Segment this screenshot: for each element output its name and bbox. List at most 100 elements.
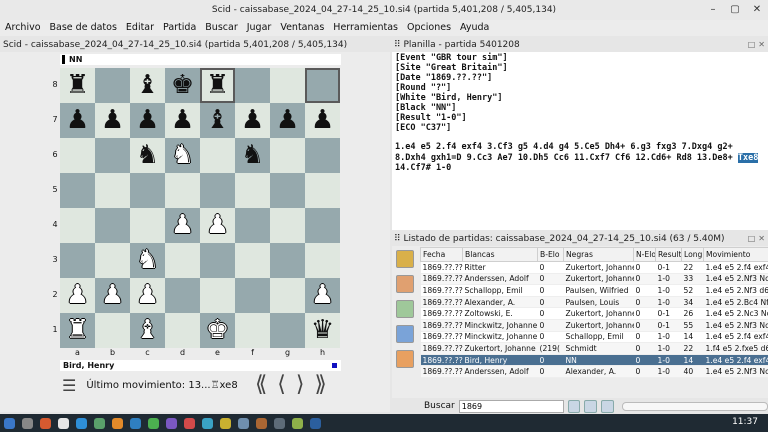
panel-close-icon[interactable]: ✕	[758, 231, 765, 247]
square-h8[interactable]	[305, 68, 340, 103]
square-h5[interactable]	[305, 173, 340, 208]
app-icon[interactable]	[58, 417, 69, 429]
table-row[interactable]: 1869.??.?? Ritter 0 Zukertort, Johanne 0 0-1 2…	[420, 261, 768, 274]
square-h7[interactable]: ♟	[305, 103, 340, 138]
square-a2[interactable]: ♟	[60, 278, 95, 313]
table-row[interactable]: 1869.??.?? Schallopp, Emil 0 Paulsen, Wilfr…	[420, 284, 768, 297]
white-knight-icon[interactable]: ♞	[136, 243, 159, 278]
square-d1[interactable]	[165, 313, 200, 348]
white-bishop-icon[interactable]: ♝	[136, 313, 159, 348]
black-pawn-icon[interactable]: ♟	[171, 103, 194, 138]
menu-buscar[interactable]: Buscar	[205, 20, 237, 36]
square-e7[interactable]: ♝	[200, 103, 235, 138]
black-bishop-icon[interactable]: ♝	[136, 68, 159, 103]
square-e1[interactable]: ♚	[200, 313, 235, 348]
black-pawn-icon[interactable]: ♟	[276, 103, 299, 138]
square-g7[interactable]: ♟	[270, 103, 305, 138]
prev-move-icon[interactable]: ⟨	[277, 372, 286, 397]
horizontal-scrollbar[interactable]	[621, 401, 768, 411]
square-b7[interactable]: ♟	[95, 103, 130, 138]
menu-archivo[interactable]: Archivo	[5, 20, 41, 36]
column-header[interactable]: Result	[655, 247, 682, 262]
search-input[interactable]	[458, 399, 564, 413]
square-h1[interactable]: ♛	[305, 313, 340, 348]
app-icon[interactable]	[310, 417, 321, 429]
black-pawn-icon[interactable]: ♟	[101, 103, 124, 138]
square-b3[interactable]	[95, 243, 130, 278]
square-c4[interactable]	[130, 208, 165, 243]
column-header[interactable]: Fecha	[420, 247, 463, 262]
column-header[interactable]: N-Elo	[633, 247, 656, 262]
table-row[interactable]: 1869.??.?? Anderssen, Adolf 0 Alexander, A.…	[420, 365, 768, 378]
refresh-icon[interactable]	[584, 399, 598, 413]
square-g3[interactable]	[270, 243, 305, 278]
column-header[interactable]: B-Elo	[537, 247, 564, 262]
square-d3[interactable]	[165, 243, 200, 278]
square-e6[interactable]	[200, 138, 235, 173]
menu-icon[interactable]: ☰	[62, 376, 76, 395]
table-row[interactable]: 1869.??.?? Minckwitz, Johanne 0 Zukertort, …	[420, 319, 768, 332]
pgn-moves-before[interactable]: 1.e4 e5 2.f4 exf4 3.Cf3 g5 4.d4 g4 5.Ce5…	[395, 142, 738, 163]
chess-board[interactable]: ♜ ♝ ♚ ♜ ♟ ♟ ♟ ♟ ♝ ♟ ♟ ♟ ♞ ♞ ♞ ♟ ♟ ♞ ♟ ♟ ♟ ♟ ♜ ♝ ♚ ♛	[60, 68, 340, 348]
square-d5[interactable]	[165, 173, 200, 208]
menu-ventanas[interactable]: Ventanas	[280, 20, 324, 36]
panel-close-icon[interactable]: ✕	[758, 37, 765, 53]
square-g6[interactable]	[270, 138, 305, 173]
maximize-icon[interactable]: ▢	[728, 3, 742, 17]
menu-opciones[interactable]: Opciones	[407, 20, 451, 36]
square-e8[interactable]: ♜	[200, 68, 235, 103]
square-d7[interactable]: ♟	[165, 103, 200, 138]
menu-jugar[interactable]: Jugar	[247, 20, 272, 36]
white-pawn-icon[interactable]: ♟	[66, 278, 89, 313]
pgn-moves-after[interactable]: 14.Cf7# 1-0	[395, 163, 451, 173]
square-c6[interactable]: ♞	[130, 138, 165, 173]
square-h2[interactable]: ♟	[305, 278, 340, 313]
square-h6[interactable]	[305, 138, 340, 173]
black-pawn-icon[interactable]: ♟	[311, 103, 334, 138]
square-c3[interactable]: ♞	[130, 243, 165, 278]
start-menu-icon[interactable]	[4, 417, 15, 429]
square-a7[interactable]: ♟	[60, 103, 95, 138]
square-e4[interactable]: ♟	[200, 208, 235, 243]
app-icon[interactable]	[148, 417, 159, 429]
stats-icon[interactable]	[396, 325, 414, 343]
panel-grip-icon[interactable]: ⠿	[394, 234, 401, 244]
app-icon[interactable]	[94, 417, 105, 429]
square-b5[interactable]	[95, 173, 130, 208]
black-knight-icon[interactable]: ♞	[241, 138, 264, 173]
first-move-icon[interactable]: ⟪	[255, 372, 267, 397]
search-icon[interactable]	[567, 399, 581, 413]
search-board-icon[interactable]	[396, 275, 414, 293]
column-header[interactable]: Negras	[563, 247, 634, 262]
square-g4[interactable]	[270, 208, 305, 243]
square-g2[interactable]	[270, 278, 305, 313]
square-f2[interactable]	[235, 278, 270, 313]
square-g1[interactable]	[270, 313, 305, 348]
white-pawn-icon[interactable]: ♟	[171, 208, 194, 243]
app-icon[interactable]	[220, 417, 231, 429]
square-a1[interactable]: ♜	[60, 313, 95, 348]
black-queen-icon[interactable]: ♛	[311, 313, 334, 348]
white-king-icon[interactable]: ♚	[206, 313, 229, 348]
square-f3[interactable]	[235, 243, 270, 278]
square-f5[interactable]	[235, 173, 270, 208]
square-b2[interactable]: ♟	[95, 278, 130, 313]
table-row[interactable]: 1869.??.?? Minckwitz, Johanne 0 Schallopp, …	[420, 331, 768, 344]
square-g5[interactable]	[270, 173, 305, 208]
square-b1[interactable]	[95, 313, 130, 348]
app-icon[interactable]	[238, 417, 249, 429]
black-rook-icon[interactable]: ♜	[206, 68, 229, 103]
panel-grip-icon[interactable]: ⠿	[394, 40, 401, 50]
square-c2[interactable]: ♟	[130, 278, 165, 313]
database-icon[interactable]	[396, 250, 414, 268]
app-icon[interactable]	[130, 417, 141, 429]
app-icon[interactable]	[202, 417, 213, 429]
table-row[interactable]: 1869.??.?? Zukertort, Johanne (219(Schmidt…	[420, 342, 768, 355]
square-f8[interactable]	[235, 68, 270, 103]
float-icon[interactable]: □	[748, 231, 756, 247]
black-bishop-icon[interactable]: ♝	[206, 103, 229, 138]
minimize-icon[interactable]: –	[706, 3, 720, 17]
menu-base-de-datos[interactable]: Base de datos	[50, 20, 117, 36]
black-king-icon[interactable]: ♚	[171, 68, 194, 103]
square-a3[interactable]	[60, 243, 95, 278]
